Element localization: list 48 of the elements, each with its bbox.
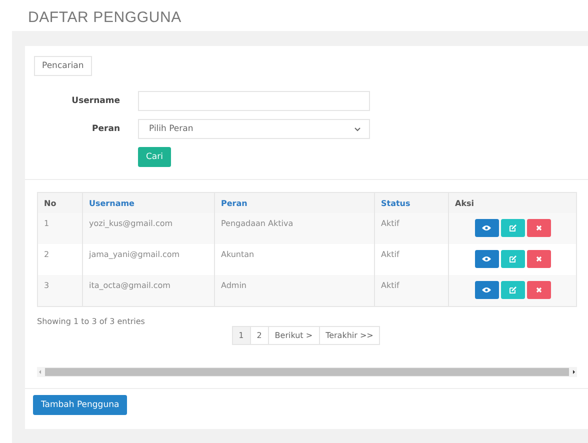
close-icon <box>536 287 542 293</box>
column-header[interactable]: Status <box>374 192 448 213</box>
view-button[interactable] <box>474 219 498 237</box>
table-cell: yozi_kus@gmail.com <box>82 213 214 244</box>
page-link[interactable]: Terakhir >> <box>318 326 380 344</box>
page-title: DAFTAR PENGGUNA <box>27 8 182 28</box>
search-button[interactable]: Cari <box>138 147 171 167</box>
horizontal-scrollbar[interactable] <box>37 366 577 376</box>
delete-button[interactable] <box>526 219 550 237</box>
edit-icon <box>508 286 516 294</box>
page-link[interactable]: 1 <box>232 326 251 344</box>
edit-icon <box>508 224 516 232</box>
column-header[interactable]: Peran <box>214 192 374 213</box>
column-header: Aksi <box>448 192 576 213</box>
table-cell: Aktif <box>374 213 448 244</box>
entries-info: Showing 1 to 3 of 3 entries <box>36 316 146 326</box>
page-link[interactable]: Berikut > <box>268 326 320 344</box>
right-arrow-icon[interactable] <box>571 368 577 374</box>
close-icon <box>536 256 542 262</box>
view-button[interactable] <box>474 281 498 299</box>
eye-icon <box>482 225 491 231</box>
table-cell: 1 <box>38 213 82 244</box>
field-label: Username <box>70 96 120 106</box>
column-header[interactable]: Username <box>82 192 214 213</box>
edit-button[interactable] <box>500 250 524 268</box>
edit-button[interactable] <box>500 219 524 237</box>
left-arrow-icon[interactable] <box>37 368 43 374</box>
table-cell: ita_octa@gmail.com <box>82 275 214 306</box>
close-icon <box>536 225 542 231</box>
view-button[interactable] <box>474 250 498 268</box>
edit-icon <box>508 255 516 263</box>
role-select[interactable]: Pilih Peran <box>138 119 370 139</box>
search-tab[interactable]: Pencarian <box>34 56 92 76</box>
chevron-icon <box>354 126 361 132</box>
delete-button[interactable] <box>526 250 550 268</box>
eye-icon <box>482 256 491 262</box>
page-link[interactable]: 2 <box>250 326 269 344</box>
add-user-button[interactable]: Tambah Pengguna <box>33 394 128 414</box>
column-header: No <box>38 192 82 213</box>
edit-button[interactable] <box>500 281 524 299</box>
username-field[interactable] <box>138 91 370 111</box>
table-cell: Pengadaan Aktiva <box>214 213 374 244</box>
delete-button[interactable] <box>526 281 550 299</box>
table-cell: 3 <box>38 275 82 306</box>
eye-icon <box>482 287 491 293</box>
field-label: Peran <box>91 124 120 134</box>
table-cell: Aktif <box>374 275 448 306</box>
table-cell: Admin <box>214 275 374 306</box>
